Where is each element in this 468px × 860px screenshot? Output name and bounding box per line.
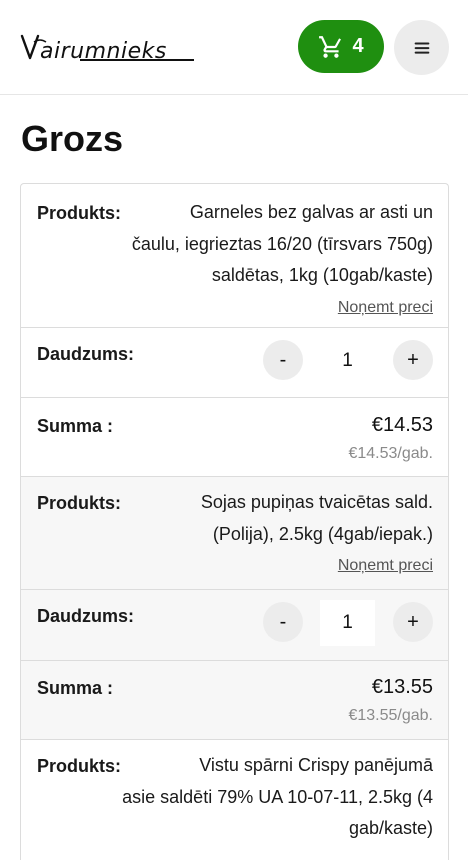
quantity-stepper: - 1 + bbox=[263, 600, 433, 646]
quantity-label: Daudzums: bbox=[37, 606, 135, 626]
product-label: Produkts: bbox=[37, 493, 122, 513]
cart-item-product-row: Produkts: Vistu spārni Crispy panējumā a… bbox=[21, 740, 448, 860]
quantity-stepper: - 1 + bbox=[263, 340, 433, 382]
quantity-input[interactable]: 1 bbox=[320, 600, 375, 646]
remove-item-link[interactable]: Noņemt preci bbox=[36, 556, 433, 576]
item-unit-price: €14.53/gab. bbox=[348, 445, 433, 462]
quantity-input[interactable]: 1 bbox=[320, 338, 375, 384]
product-label: Produkts: bbox=[37, 756, 122, 776]
item-total-price: €14.53 bbox=[371, 414, 433, 436]
item-total-price: €13.55 bbox=[371, 676, 433, 698]
cart-item-sum-row: Summa : €14.53 €14.53/gab. bbox=[21, 398, 448, 477]
hamburger-menu-icon bbox=[414, 42, 429, 54]
item-unit-price: €13.55/gab. bbox=[348, 707, 433, 724]
cart-item-quantity-row: Daudzums: - 1 + bbox=[21, 590, 448, 661]
cart-count: 4 bbox=[352, 35, 364, 57]
page-title: Grozs bbox=[21, 118, 124, 159]
cart-item-product-row: Produkts: Garneles bez galvas ar asti un… bbox=[21, 184, 448, 328]
cart-item-quantity-row: Daudzums: - 1 + bbox=[21, 328, 448, 398]
cart-table: Produkts: Garneles bez galvas ar asti un… bbox=[20, 183, 449, 860]
product-name-line: asie saldēti 79% UA 10-07-11, 2.5kg (4 bbox=[122, 786, 433, 807]
product-name-line: saldētas, 1kg (10gab/kaste) bbox=[211, 265, 433, 285]
product-name-line: gab/kaste) bbox=[348, 818, 433, 838]
menu-button[interactable] bbox=[394, 20, 449, 75]
quantity-decrease-button[interactable]: - bbox=[263, 602, 303, 642]
product-name[interactable]: Garneles bez galvas ar asti un čaulu, ie… bbox=[36, 184, 433, 292]
sum-label: Summa : bbox=[37, 678, 114, 698]
quantity-label: Daudzums: bbox=[37, 344, 135, 364]
quantity-increase-button[interactable]: + bbox=[393, 340, 433, 380]
product-name-line: (Polija), 2.5kg (4gab/iepak.) bbox=[212, 523, 433, 544]
sum-label: Summa : bbox=[37, 416, 114, 436]
quantity-increase-button[interactable]: + bbox=[393, 602, 433, 642]
cart-button[interactable]: 4 bbox=[298, 20, 384, 73]
product-label: Produkts: bbox=[37, 203, 122, 223]
cart-item-sum-row: Summa : €13.55 €13.55/gab. bbox=[21, 661, 448, 740]
site-header: airumnieks 4 bbox=[0, 0, 468, 95]
product-name-line: čaulu, iegrieztas 16/20 (tīrsvars 750g) bbox=[131, 233, 433, 254]
site-logo[interactable]: airumnieks bbox=[20, 28, 196, 64]
logo-wordmark: airumnieks bbox=[20, 34, 194, 64]
remove-item-link[interactable]: Noņemt preci bbox=[36, 298, 433, 318]
cart-icon bbox=[319, 35, 342, 58]
quantity-decrease-button[interactable]: - bbox=[263, 340, 303, 380]
cart-item-product-row: Produkts: Sojas pupiņas tvaicētas sald. … bbox=[21, 477, 448, 590]
